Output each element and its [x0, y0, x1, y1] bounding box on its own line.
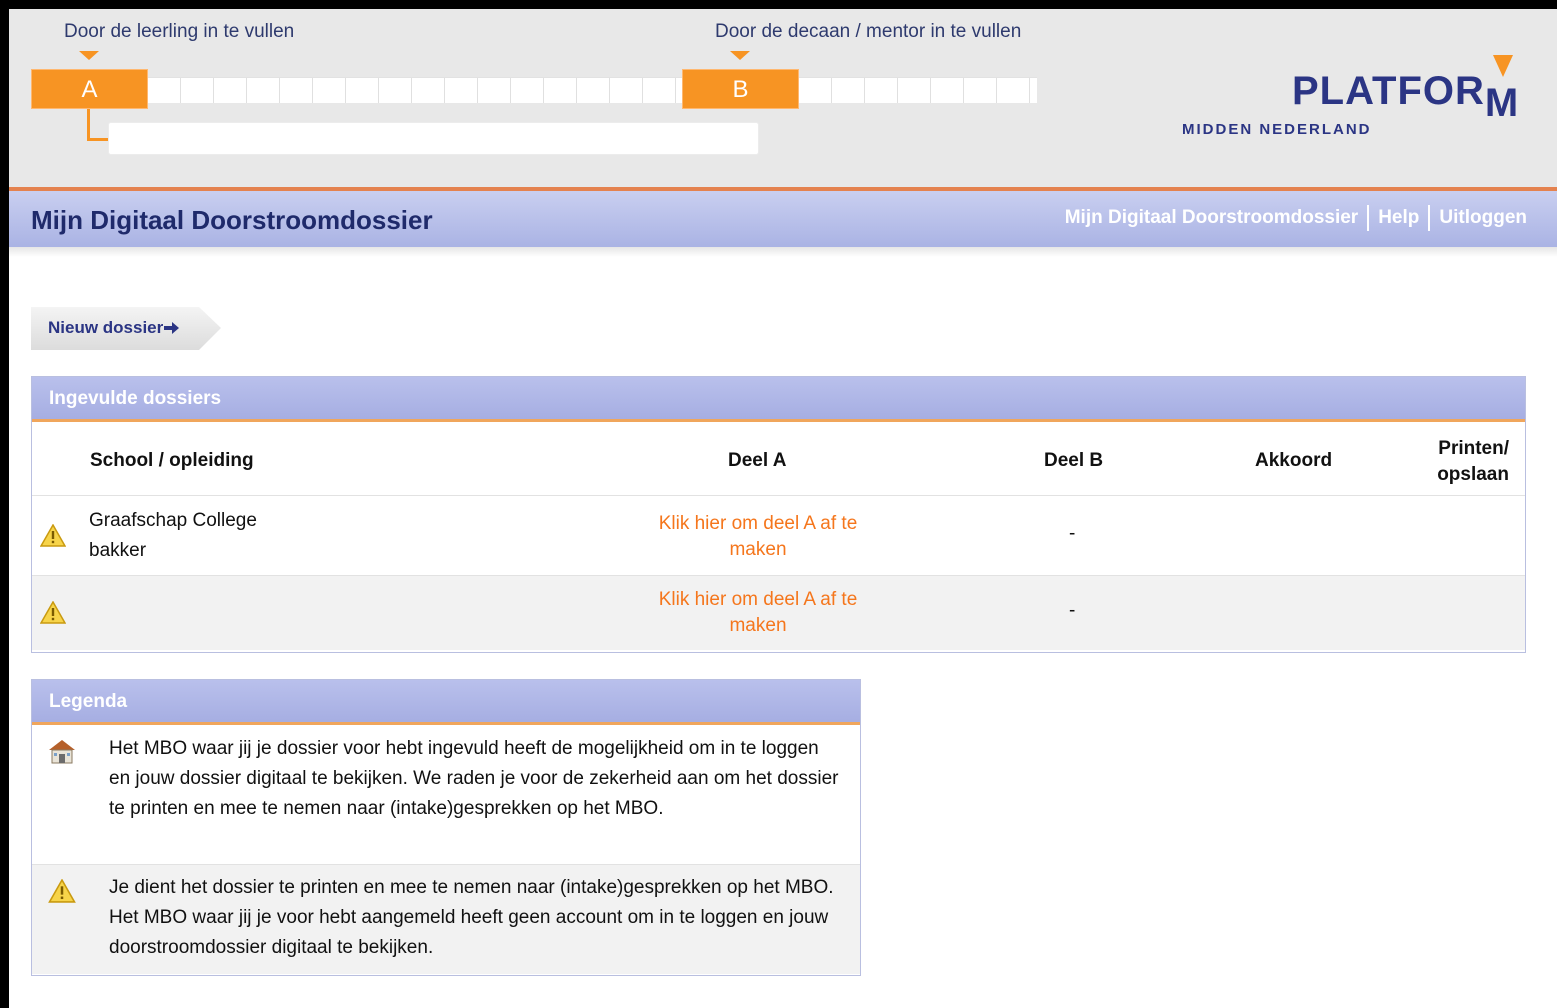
- table-row: Klik hier om deel A af te maken -: [32, 576, 1525, 650]
- nav-link-help[interactable]: Help: [1378, 207, 1419, 229]
- new-dossier-button-label: Nieuw dossier: [48, 318, 180, 338]
- step-a-marker[interactable]: A: [31, 69, 148, 109]
- page-header: Door de leerling in te vullen Door de de…: [9, 9, 1557, 187]
- top-navigation: Mijn Digitaal Doorstroomdossier Help Uit…: [1065, 205, 1527, 231]
- study-name: bakker: [89, 540, 147, 561]
- nav-separator: [1428, 205, 1431, 231]
- warning-icon: [40, 601, 66, 624]
- nav-separator: [1367, 205, 1370, 231]
- platform-logo: PLATFORM: [1292, 69, 1519, 126]
- warning-icon: [40, 524, 66, 547]
- complete-deel-a-link[interactable]: Klik hier om deel A af te maken: [658, 587, 858, 639]
- legend-panel: Legenda Het MBO waar jij je dossier voor…: [31, 679, 861, 976]
- legend-heading: Legenda: [32, 680, 860, 725]
- arrow-right-icon: [164, 322, 180, 334]
- deel-b-status: -: [1069, 523, 1076, 544]
- legend-item: Je dient het dossier te printen en mee t…: [32, 865, 860, 974]
- complete-deel-a-link[interactable]: Klik hier om deel A af te maken: [658, 511, 858, 563]
- logo-text: PLATFOR: [1292, 69, 1485, 113]
- title-bar-shadow: [9, 247, 1557, 257]
- legend-item: Het MBO waar jij je dossier voor hebt in…: [32, 725, 860, 865]
- logo-subtitle: MIDDEN NEDERLAND: [1182, 121, 1372, 138]
- step-a-caret-icon: [79, 51, 99, 60]
- warning-icon: [48, 879, 76, 903]
- new-dossier-button[interactable]: Nieuw dossier: [31, 307, 221, 350]
- step-b-caret-icon: [730, 51, 750, 60]
- table-header: School / opleiding Deel A Deel B Akkoord…: [32, 422, 1525, 496]
- school-name: Graafschap College: [89, 510, 257, 531]
- nav-link-logout[interactable]: Uitloggen: [1439, 207, 1527, 229]
- logo-triangle-icon: [1493, 55, 1513, 77]
- column-header-print-save: Printen/ opslaan: [1437, 438, 1509, 485]
- step-a-connector: [87, 109, 109, 141]
- column-header-deel-a: Deel A: [728, 450, 787, 471]
- step-b-caption: Door de decaan / mentor in te vullen: [715, 21, 1022, 42]
- nav-link-dossier[interactable]: Mijn Digitaal Doorstroomdossier: [1065, 207, 1358, 229]
- window-border-left: [0, 0, 9, 1008]
- filled-dossiers-panel: Ingevulde dossiers School / opleiding De…: [31, 376, 1526, 653]
- step-a-progress-track: [148, 77, 684, 103]
- deel-b-status: -: [1069, 600, 1076, 621]
- legend-text: Het MBO waar jij je dossier voor hebt in…: [109, 738, 839, 819]
- step-b-progress-track: [799, 77, 1037, 103]
- column-header-deel-b: Deel B: [1044, 450, 1104, 471]
- step-a-caption: Door de leerling in te vullen: [64, 21, 295, 42]
- filled-dossiers-heading: Ingevulde dossiers: [32, 377, 1525, 422]
- table-row: Graafschap College bakker Klik hier om d…: [32, 496, 1525, 576]
- column-header-school: School / opleiding: [90, 450, 254, 471]
- legend-text: Je dient het dossier te printen en mee t…: [109, 877, 834, 958]
- logo-m: M: [1484, 81, 1520, 125]
- student-name-bar: [108, 122, 759, 155]
- step-b-marker[interactable]: B: [682, 69, 799, 109]
- column-header-akkoord: Akkoord: [1255, 450, 1333, 471]
- page-title: Mijn Digitaal Doorstroomdossier: [31, 205, 433, 235]
- window-border-top: [0, 0, 1557, 9]
- new-dossier-label-text: Nieuw dossier: [48, 318, 164, 337]
- school-building-icon: [49, 740, 75, 764]
- title-bar: Mijn Digitaal Doorstroomdossier Mijn Dig…: [9, 191, 1557, 247]
